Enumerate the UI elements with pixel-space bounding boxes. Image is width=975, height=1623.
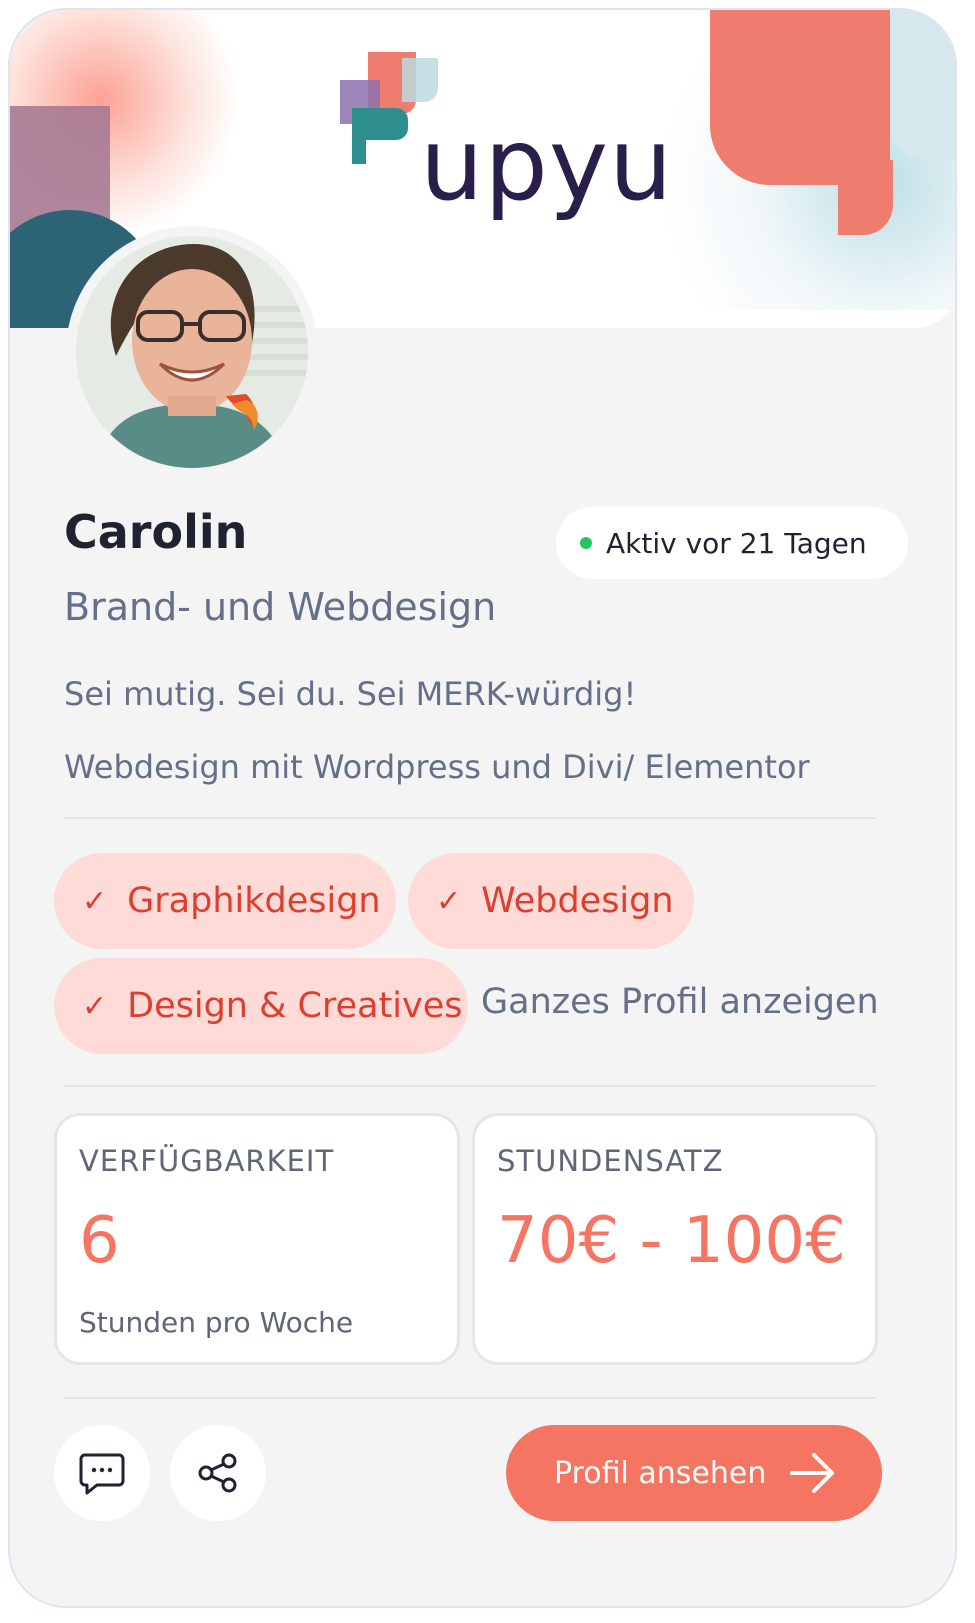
share-button[interactable] <box>170 1425 266 1521</box>
tag-label: Webdesign <box>481 881 674 921</box>
header-decoration <box>838 160 893 235</box>
status-dot-icon <box>580 537 592 549</box>
upyu-logo: upyu <box>340 46 672 246</box>
divider <box>64 1397 876 1399</box>
tag-graphikdesign[interactable]: ✓ Graphikdesign <box>54 853 396 949</box>
check-icon: ✓ <box>82 988 108 1024</box>
logo-wordmark: upyu <box>420 106 674 223</box>
arrow-right-icon <box>790 1453 834 1493</box>
hourly-rate-card: STUNDENSATZ 70€ - 100€ <box>472 1113 878 1365</box>
tag-design-creatives[interactable]: ✓ Design & Creatives <box>54 958 468 1054</box>
hourly-rate-label: STUNDENSATZ <box>497 1144 724 1178</box>
chat-bubble-icon <box>79 1453 125 1495</box>
message-button[interactable] <box>54 1425 150 1521</box>
check-icon: ✓ <box>82 883 108 919</box>
check-icon: ✓ <box>436 883 462 919</box>
profile-card: upyu Carolin Aktiv vor 21 Tagen Brand- u… <box>8 8 957 1608</box>
hourly-rate-value: 70€ - 100€ <box>497 1204 846 1278</box>
tag-label: Graphikdesign <box>127 881 381 921</box>
availability-value: 6 <box>79 1204 120 1278</box>
tag-label: Design & Creatives <box>127 986 463 1026</box>
view-profile-label: Profil ansehen <box>554 1455 767 1491</box>
profile-bio-line: Webdesign mit Wordpress und Divi/ Elemen… <box>64 748 810 786</box>
view-profile-button[interactable]: Profil ansehen <box>506 1425 882 1521</box>
show-full-profile-link[interactable]: Ganzes Profil anzeigen <box>481 982 879 1022</box>
availability-card: VERFÜGBARKEIT 6 Stunden pro Woche <box>54 1113 460 1365</box>
profile-bio-line: Sei mutig. Sei du. Sei MERK-würdig! <box>64 675 637 713</box>
divider <box>64 817 876 819</box>
share-icon <box>198 1453 237 1493</box>
availability-label: VERFÜGBARKEIT <box>79 1144 335 1178</box>
avatar <box>76 236 308 468</box>
profile-name: Carolin <box>64 505 248 559</box>
availability-unit: Stunden pro Woche <box>79 1306 354 1339</box>
profile-title: Brand- und Webdesign <box>64 585 497 629</box>
header-decoration <box>710 10 890 185</box>
status-badge: Aktiv vor 21 Tagen <box>556 507 908 579</box>
tag-webdesign[interactable]: ✓ Webdesign <box>408 853 694 949</box>
status-text: Aktiv vor 21 Tagen <box>606 526 867 560</box>
divider <box>64 1085 876 1087</box>
header-decoration <box>890 10 955 160</box>
